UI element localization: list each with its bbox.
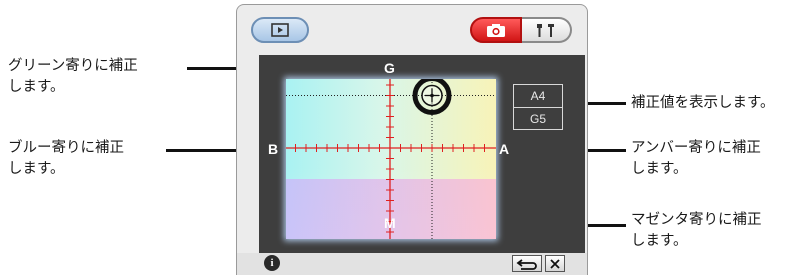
callout-amber-line1: アンバー寄りに補正	[631, 140, 761, 156]
axis-label-b: B	[268, 141, 279, 157]
callout-amber-line2: します。	[631, 161, 688, 177]
callout-green: グリーン寄りに補正 します。	[8, 56, 138, 98]
callout-blue-line1: ブルー寄りに補正	[8, 140, 124, 156]
camera-icon	[487, 23, 505, 37]
settings-tab[interactable]	[522, 17, 572, 43]
play-icon	[271, 23, 289, 37]
axis-label-g: G	[384, 60, 395, 76]
reset-button[interactable]	[512, 255, 542, 272]
value-green-magenta: G5	[529, 112, 546, 126]
callout-display: 補正値を表示します。	[631, 93, 775, 114]
callout-magenta-line2: します。	[631, 233, 688, 249]
callout-magenta: マゼンタ寄りに補正 します。	[631, 210, 762, 252]
shift-value-display: A4 G5	[513, 84, 563, 130]
close-icon	[550, 258, 560, 269]
value-amber-blue: A4	[530, 89, 546, 103]
callout-display-line1: 補正値を表示します。	[631, 95, 775, 111]
tools-icon	[537, 24, 554, 37]
callout-blue-line2: します。	[8, 161, 65, 177]
playback-tab[interactable]	[251, 17, 309, 43]
shooting-tab[interactable]	[470, 17, 522, 43]
close-button[interactable]	[545, 255, 565, 272]
info-icon[interactable]: i	[264, 255, 280, 271]
reset-icon	[516, 258, 537, 270]
axis-label-a: A	[499, 141, 510, 157]
cursor-dot	[430, 93, 434, 98]
callout-magenta-line1: マゼンタ寄りに補正	[631, 212, 762, 228]
callout-green-line1: グリーン寄りに補正	[8, 58, 138, 74]
callout-amber: アンバー寄りに補正 します。	[631, 138, 761, 180]
callout-green-line2: します。	[8, 79, 65, 95]
callout-blue: ブルー寄りに補正 します。	[8, 138, 124, 180]
panel-footer: i	[236, 253, 588, 275]
axis-label-m: M	[384, 215, 396, 231]
